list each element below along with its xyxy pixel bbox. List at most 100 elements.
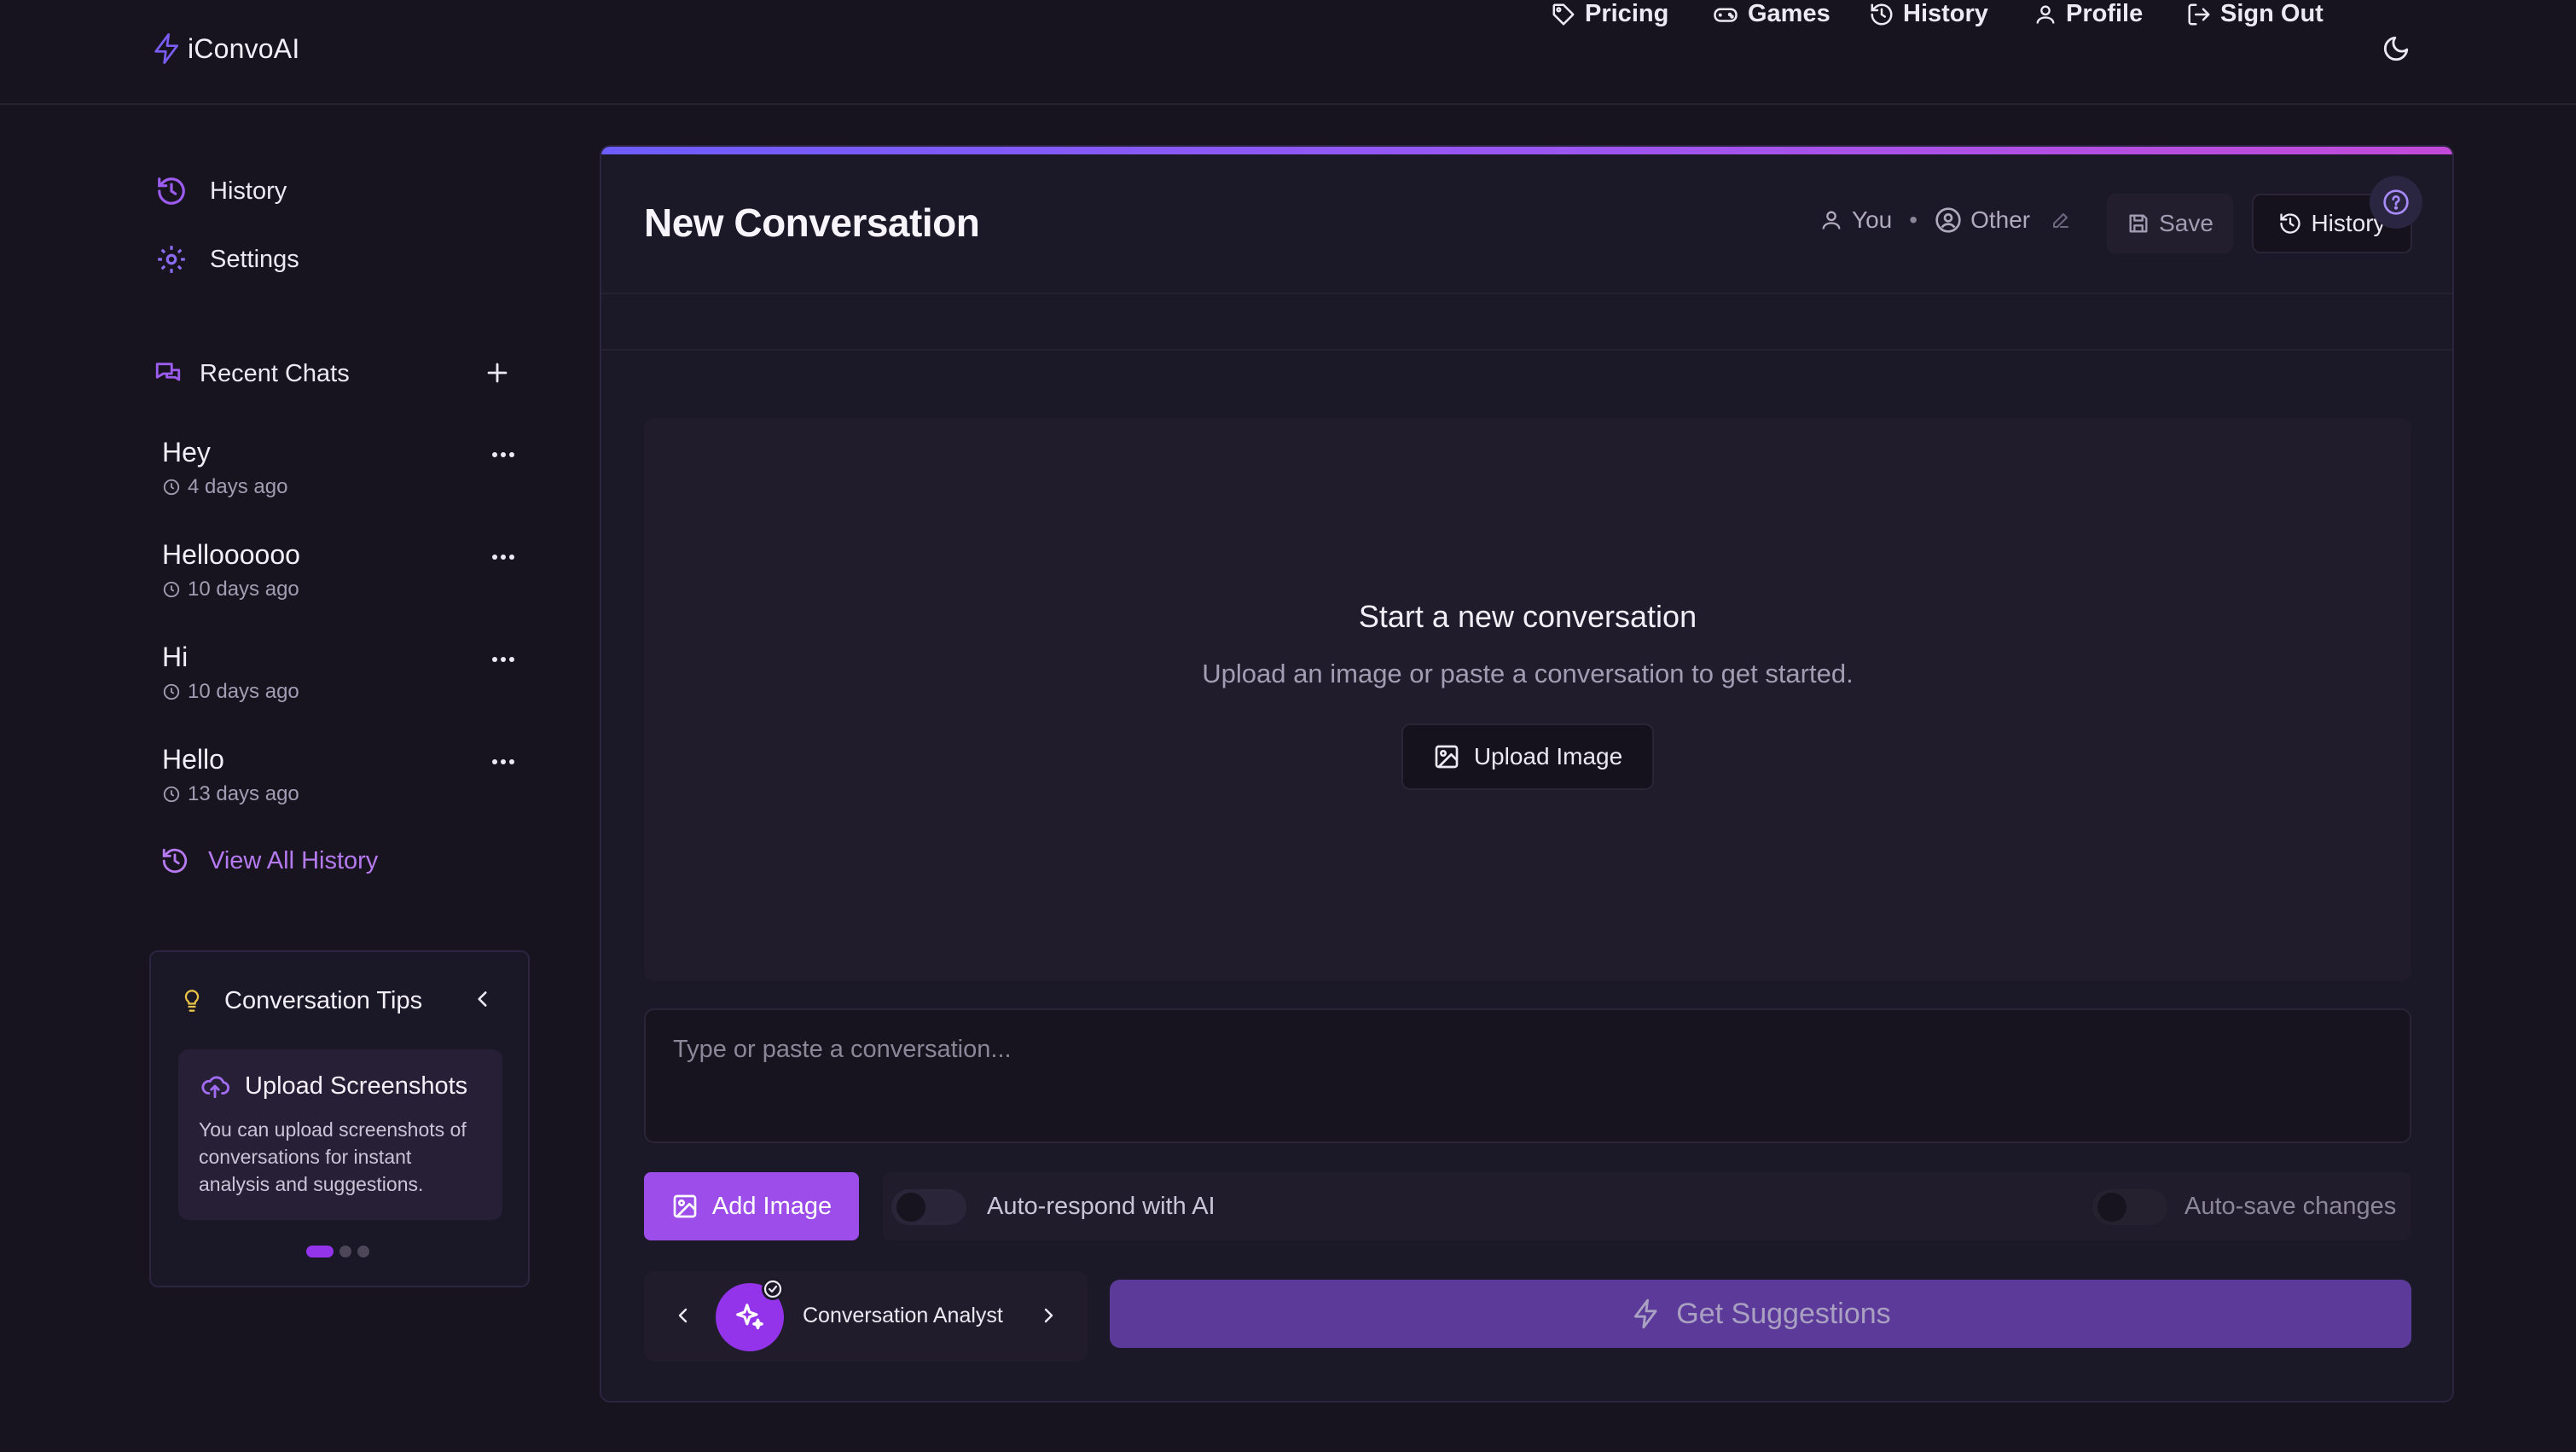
lightbulb-icon <box>180 986 204 1015</box>
auto-save-toggle[interactable] <box>2092 1189 2167 1225</box>
user-icon <box>2034 2 2057 27</box>
add-image-button[interactable]: Add Image <box>644 1172 859 1240</box>
tip-card: Upload Screenshots You can upload screen… <box>178 1049 502 1220</box>
tip-card-title: Upload Screenshots <box>245 1072 468 1100</box>
chat-name: Hello <box>162 744 224 775</box>
auto-respond-label: Auto-respond with AI <box>987 1193 1215 1220</box>
brand-logo[interactable]: iConvoAI <box>150 29 299 68</box>
chat-more-button[interactable] <box>491 449 515 461</box>
history-icon <box>155 175 188 207</box>
tips-page-dot[interactable] <box>357 1246 369 1257</box>
sidebar-item-history[interactable]: History <box>155 175 287 207</box>
empty-state-title: Start a new conversation <box>1358 599 1697 634</box>
tip-card-desc: You can upload screenshots of conversati… <box>199 1118 467 1195</box>
empty-state: Start a new conversation Upload an image… <box>644 418 2411 981</box>
user-circle-icon <box>1935 206 1962 234</box>
agent-name: Conversation Analyst <box>803 1304 1003 1327</box>
top-navbar: iConvoAI Pricing Games History Profile S… <box>0 0 2576 105</box>
panel-accent-bar <box>601 147 2452 154</box>
image-icon <box>1433 743 1460 770</box>
upload-image-button[interactable]: Upload Image <box>1401 723 1654 790</box>
help-button[interactable] <box>2370 176 2422 229</box>
nav-profile-label: Profile <box>2066 0 2144 27</box>
nav-games-label: Games <box>1748 0 1830 27</box>
image-icon <box>671 1193 699 1220</box>
agent-prev-button[interactable] <box>673 1304 693 1327</box>
history-icon <box>160 846 189 875</box>
history-icon <box>2278 212 2302 235</box>
check-circle-icon <box>762 1278 784 1300</box>
recent-chats-title: Recent Chats <box>200 359 350 387</box>
agent-next-button[interactable] <box>1038 1304 1059 1327</box>
new-chat-button[interactable] <box>483 358 512 387</box>
chat-time: 4 days ago <box>188 475 288 498</box>
question-mark-icon <box>2382 189 2410 216</box>
tips-page-dot[interactable] <box>306 1246 334 1257</box>
tips-header: Conversation Tips <box>180 986 422 1015</box>
sidebar-item-settings[interactable]: Settings <box>155 243 299 276</box>
nav-profile[interactable]: Profile <box>2034 0 2143 28</box>
chat-time: 10 days ago <box>188 578 299 601</box>
sign-out-icon <box>2186 2 2212 27</box>
auto-save-label: Auto-save changes <box>2184 1193 2397 1220</box>
recent-chat-item[interactable]: Helloooooo 10 days ago <box>162 539 520 616</box>
chat-time: 13 days ago <box>188 782 299 805</box>
recent-chats-header: Recent Chats <box>154 358 512 389</box>
bolt-icon <box>1630 1296 1662 1332</box>
recent-chat-item[interactable]: Hi 10 days ago <box>162 642 520 718</box>
floppy-disk-icon <box>2126 212 2150 235</box>
empty-state-subtitle: Upload an image or paste a conversation … <box>1202 659 1854 688</box>
nav-history[interactable]: History <box>1869 0 1988 28</box>
chat-more-button[interactable] <box>491 653 515 665</box>
toggle-knob <box>896 1193 925 1222</box>
nav-pricing[interactable]: Pricing <box>1551 0 1668 28</box>
participant-other: Other <box>1970 206 2031 233</box>
conversation-input[interactable] <box>644 1008 2411 1143</box>
toggle-knob <box>2097 1193 2126 1222</box>
chat-more-button[interactable] <box>491 756 515 768</box>
tips-page-dot[interactable] <box>339 1246 351 1257</box>
view-all-label: View All History <box>208 846 379 874</box>
nav-history-label: History <box>1903 0 1988 27</box>
view-all-history-link[interactable]: View All History <box>160 846 378 875</box>
conversation-tips-panel: Conversation Tips Upload Screenshots You… <box>149 950 530 1287</box>
clock-icon <box>162 580 181 599</box>
upload-image-label: Upload Image <box>1473 743 1623 770</box>
bolt-icon <box>150 29 184 68</box>
user-icon <box>1819 207 1843 233</box>
chat-bubbles-icon <box>154 359 183 388</box>
tips-collapse-button[interactable] <box>472 988 494 1010</box>
brand-name: iConvoAI <box>188 32 300 64</box>
tag-icon <box>1551 2 1576 27</box>
history-icon <box>1869 2 1894 27</box>
tips-pagination <box>306 1246 369 1257</box>
chat-more-button[interactable] <box>491 551 515 563</box>
get-suggestions-label: Get Suggestions <box>1676 1297 1891 1330</box>
edit-icon[interactable] <box>2051 210 2071 230</box>
nav-pricing-label: Pricing <box>1585 0 1669 27</box>
sidebar-item-label: History <box>210 177 287 205</box>
theme-toggle-button[interactable] <box>2382 34 2411 63</box>
cloud-upload-icon <box>199 1072 231 1101</box>
tips-title: Conversation Tips <box>224 986 423 1014</box>
divider <box>601 293 2452 294</box>
participants-bar: You • Other <box>1819 206 2071 234</box>
chat-name: Hey <box>162 437 211 468</box>
nav-sign-out[interactable]: Sign Out <box>2186 0 2324 28</box>
chat-name: Helloooooo <box>162 539 300 570</box>
chat-name: Hi <box>162 642 189 672</box>
chat-meta: 10 days ago <box>162 578 520 601</box>
gamepad-icon <box>1712 2 1739 27</box>
get-suggestions-button[interactable]: Get Suggestions <box>1110 1280 2411 1348</box>
options-bar: Auto-respond with AI Auto-save changes <box>883 1172 2411 1240</box>
auto-respond-toggle[interactable] <box>891 1189 966 1225</box>
chat-meta: 4 days ago <box>162 475 520 499</box>
conversation-panel: New Conversation You • Other Save Histor… <box>600 145 2454 1403</box>
save-button[interactable]: Save <box>2107 194 2233 253</box>
sparkles-icon <box>734 1301 766 1333</box>
recent-chat-item[interactable]: Hey 4 days ago <box>162 437 520 514</box>
nav-games[interactable]: Games <box>1712 0 1830 28</box>
recent-chat-item[interactable]: Hello 13 days ago <box>162 744 520 821</box>
clock-icon <box>162 478 181 497</box>
chat-meta: 10 days ago <box>162 680 520 704</box>
